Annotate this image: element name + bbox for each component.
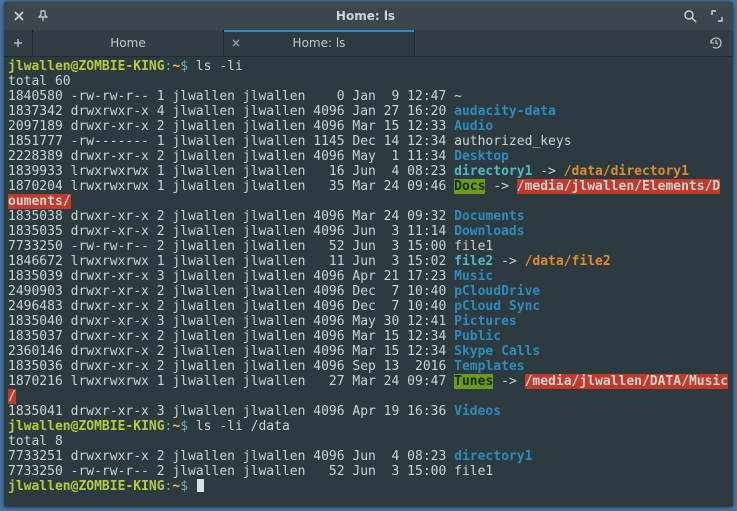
total-line: total 8 [8,434,729,449]
cursor [197,479,204,492]
close-icon[interactable] [14,11,24,21]
prompt-line: jlwallen@ZOMBIE-KING:~$ [8,479,729,494]
ls-row: 1870216 lrwxrwxrwx 1 jlwallen jlwallen 2… [8,374,729,389]
pin-icon[interactable] [38,10,48,22]
ls-row: 1851777 -rw------- 1 jlwallen jlwallen 1… [8,134,729,149]
ls-row: 7733250 -rw-rw-r-- 2 jlwallen jlwallen 5… [8,239,729,254]
ls-row: 1835040 drwxr-xr-x 3 jlwallen jlwallen 4… [8,314,729,329]
ls-row: 1835039 drwxr-xr-x 3 jlwallen jlwallen 4… [8,269,729,284]
ls-row: 1835035 drwxr-xr-x 2 jlwallen jlwallen 4… [8,224,729,239]
ls-row: 1870204 lrwxrwxrwx 1 jlwallen jlwallen 3… [8,179,729,194]
tab-label: Home [110,36,145,50]
terminal-body[interactable]: jlwallen@ZOMBIE-KING:~$ ls -litotal 6018… [4,57,733,507]
ls-row: 2360146 drwxrwxr-x 2 jlwallen jlwallen 4… [8,344,729,359]
ls-row: 2097189 drwxr-xr-x 2 jlwallen jlwallen 4… [8,119,729,134]
tab-label: Home: ls [293,36,346,50]
ls-row: 7733250 -rw-rw-r-- 2 jlwallen jlwallen 5… [8,464,729,479]
prompt-line: jlwallen@ZOMBIE-KING:~$ ls -li [8,59,729,74]
prompt-line: jlwallen@ZOMBIE-KING:~$ ls -li /data [8,419,729,434]
ls-row: 1835036 drwxr-xr-x 2 jlwallen jlwallen 4… [8,359,729,374]
tab-home[interactable]: Home [33,30,224,56]
ls-row: 2228389 drwxr-xr-x 2 jlwallen jlwallen 4… [8,149,729,164]
ls-row: 1837342 drwxrwxr-x 4 jlwallen jlwallen 4… [8,104,729,119]
ls-row: 2496483 drwxr-xr-x 2 jlwallen jlwallen 4… [8,299,729,314]
tab-home-ls[interactable]: Home: ls [224,30,415,56]
window-title: Home: ls [58,9,673,23]
ls-row: 7733251 drwxrwxr-x 2 jlwallen jlwallen 4… [8,449,729,464]
tab-spacer [415,30,699,56]
maximize-icon[interactable] [711,10,723,22]
titlebar: Home: ls [4,2,733,30]
history-icon[interactable] [699,30,733,56]
ls-row: 1839933 lrwxrwxrwx 1 jlwallen jlwallen 1… [8,164,729,179]
ls-row: 1835041 drwxr-xr-x 3 jlwallen jlwallen 4… [8,404,729,419]
new-tab-button[interactable] [4,30,33,56]
search-icon[interactable] [683,9,697,23]
ls-row: 1840580 -rw-rw-r-- 1 jlwallen jlwallen 0… [8,89,729,104]
ls-row-wrap: ouments/ [8,194,729,209]
tab-close-icon[interactable] [232,36,240,50]
ls-row: 1846672 lrwxrwxrwx 1 jlwallen jlwallen 1… [8,254,729,269]
ls-row: 1835037 drwxr-xr-x 2 jlwallen jlwallen 4… [8,329,729,344]
total-line: total 60 [8,74,729,89]
terminal-window: Home: ls Home Home: ls jlwallen [4,2,733,507]
ls-row-wrap: / [8,389,729,404]
ls-row: 1835038 drwxr-xr-x 2 jlwallen jlwallen 4… [8,209,729,224]
tab-strip: Home Home: ls [4,30,733,57]
ls-row: 2490903 drwxr-xr-x 2 jlwallen jlwallen 4… [8,284,729,299]
